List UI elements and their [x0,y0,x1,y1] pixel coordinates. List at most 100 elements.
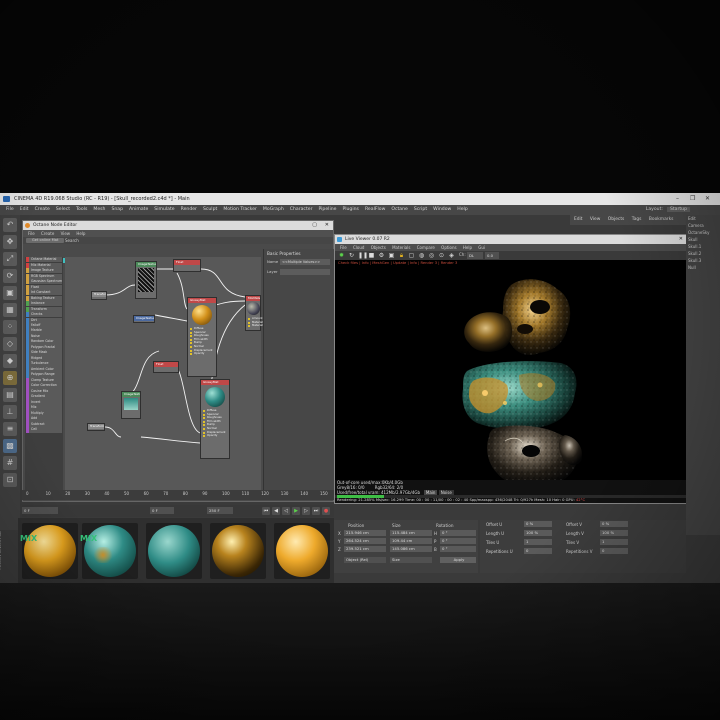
menu-script[interactable]: Script [414,205,427,215]
om-menu-edit[interactable]: Edit [686,215,720,222]
current-frame-field[interactable]: 0 F [150,507,174,514]
menu-character[interactable]: Character [290,205,313,215]
om-menu-file[interactable]: Edit [574,217,583,222]
property-layer-field[interactable] [280,269,330,275]
menu-help[interactable]: Help [457,205,467,215]
om-menu-bookmarks[interactable]: Bookmarks [649,217,674,222]
axis-icon[interactable]: ⊥ [3,405,17,419]
menu-motion-tracker[interactable]: Motion Tracker [223,205,257,215]
om-item-skull-2[interactable]: Skull.2 [686,250,720,257]
ne-menu-view[interactable]: View [61,231,71,236]
lv-menu-materials[interactable]: Materials [392,245,410,250]
menu-realflow[interactable]: RealFlow [365,205,385,215]
render-start-icon[interactable]: ✹ [338,252,345,259]
tab-main[interactable]: Main [423,490,438,495]
restart-icon[interactable]: ↻ [348,252,355,259]
menu-create[interactable]: Create [35,205,50,215]
menu-animate[interactable]: Animate [129,205,148,215]
material-slot-2[interactable] [82,523,138,579]
position-x-field[interactable]: 215.946 cm [344,530,386,536]
play-reverse-icon[interactable]: ◁ [282,507,290,515]
focus-pick-icon[interactable]: ◎ [428,252,435,259]
step-forward-icon[interactable]: ▷ [302,507,310,515]
get-online-mat-button[interactable]: Get online Mat [26,238,65,243]
lv-menu-compare[interactable]: Compare [417,245,435,250]
rotation-p-field[interactable]: 0 ° [440,538,476,544]
menu-pipeline[interactable]: Pipeline [318,205,336,215]
node-image-texture-c[interactable]: ImageTexture [121,391,141,419]
lv-menu-options[interactable]: Options [441,245,456,250]
menu-mograph[interactable]: MoGraph [263,205,284,215]
port-opacity-a[interactable]: Opacity [188,352,216,356]
size-z-field[interactable]: 145.086 cm [390,546,432,552]
camera-icon[interactable]: ◈ [448,252,455,259]
render-value-field[interactable]: 0.0 [485,252,499,259]
menu-simulate[interactable]: Simulate [154,205,174,215]
pause-icon[interactable]: ❚❚ [358,252,368,259]
length-v-field[interactable]: 100 % [600,530,628,536]
om-item-skull-3[interactable]: Skull.3 [686,257,720,264]
model-mode-icon[interactable]: ▣ [3,286,17,300]
material-slot-4[interactable] [210,523,266,579]
material-slot-3[interactable] [146,523,202,579]
node-list-item[interactable]: Color Correction [26,383,62,389]
texture-mode-icon[interactable]: ▦ [3,303,17,317]
om-menu-tags[interactable]: Tags [632,217,642,222]
rotation-h-field[interactable]: 0 ° [440,530,476,536]
layout-selector[interactable]: Layout: Startup [646,205,690,215]
node-float-b[interactable]: Float [153,361,179,373]
settings-icon[interactable]: ⚙ [378,252,385,259]
record-icon[interactable]: ● [322,507,330,515]
node-glossy-material-b[interactable]: GlossyMat Diffuse Specular Roughness Fil… [200,379,230,459]
live-viewer-close-icon[interactable]: ✕ [679,235,683,244]
rotate-tool-icon[interactable]: ⟳ [3,269,17,283]
play-icon[interactable]: ▶ [292,507,300,515]
position-z-field[interactable]: 239.521 cm [344,546,386,552]
lv-menu-objects[interactable]: Objects [371,245,386,250]
lock-icon[interactable]: ⊡ [3,473,17,487]
menu-snap[interactable]: Snap [111,205,123,215]
node-transform-b[interactable]: Transform [87,423,105,431]
tiles-v-field[interactable]: 1 [600,539,628,545]
tab-noise[interactable]: Noise [438,490,454,495]
menu-select[interactable]: Select [56,205,70,215]
step-back-icon[interactable]: ◀ [272,507,280,515]
close-button[interactable]: ✕ [705,193,710,205]
node-image-texture-b[interactable]: ImageTexture [133,315,155,323]
polygons-mode-icon[interactable]: ◆ [3,354,17,368]
node-float-a[interactable]: Float [173,259,201,272]
undo-icon[interactable]: ↶ [3,218,17,232]
pick-material-icon[interactable]: ◍ [418,252,425,259]
position-y-field[interactable]: 264.524 cm [344,538,386,544]
lv-menu-help[interactable]: Help [463,245,472,250]
size-x-field[interactable]: 115.484 cm [390,530,432,536]
edges-mode-icon[interactable]: ◇ [3,337,17,351]
length-u-field[interactable]: 100 % [524,530,552,536]
om-item-null[interactable]: Null [686,264,720,271]
om-menu-view[interactable]: View [590,217,600,222]
node-image-texture-a[interactable]: ImageTexture [135,261,157,299]
node-list-item[interactable]: Cell [26,427,62,433]
menu-edit[interactable]: Edit [20,205,29,215]
lv-menu-cloud[interactable]: Cloud [353,245,364,250]
repetitions-v-field[interactable]: 0 [600,548,628,554]
node-list-item[interactable]: Gaussian Spectrum [26,279,62,285]
lv-menu-file[interactable]: File [340,245,347,250]
layers-icon[interactable]: ≡ [3,422,17,436]
property-name-field[interactable]: <<Multiple Values>> [280,259,330,265]
ne-menu-help[interactable]: Help [76,231,85,236]
node-editor-maximize-icon[interactable]: ▢ [312,221,317,230]
ne-menu-file[interactable]: File [28,231,35,236]
goto-end-icon[interactable]: ⏭ [312,507,320,515]
apply-button[interactable]: Apply [440,557,476,563]
ne-menu-create[interactable]: Create [41,231,54,236]
menu-tools[interactable]: Tools [76,205,87,215]
offset-v-field[interactable]: 0 % [600,521,628,527]
node-transform[interactable]: Transform [91,291,107,300]
minimize-button[interactable]: – [676,193,679,205]
rotation-b-field[interactable]: 0 ° [440,546,476,552]
lv-menu-gui[interactable]: Gui [478,245,485,250]
coordinate-mode-select[interactable]: Object (Rel) [344,557,386,563]
material-slot-5[interactable] [274,523,330,579]
render-view[interactable] [335,267,687,503]
